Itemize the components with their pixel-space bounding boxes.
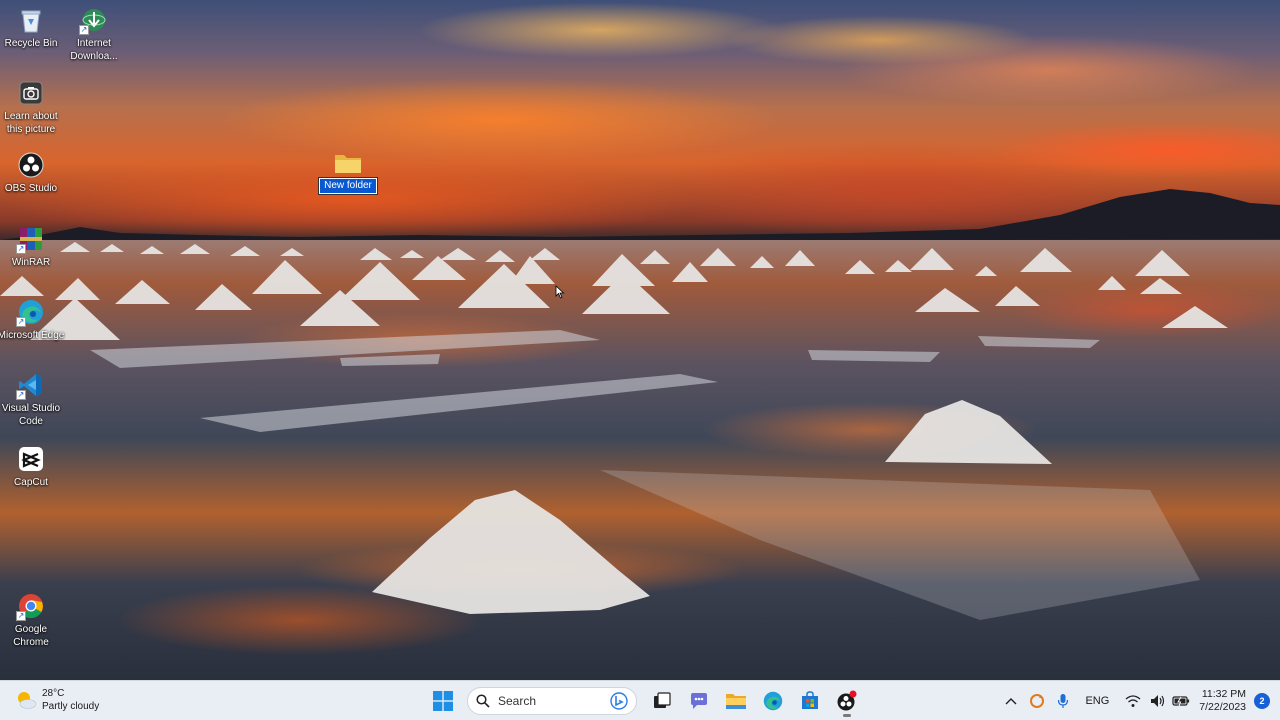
file-explorer-icon (725, 694, 746, 709)
file-explorer-button[interactable] (722, 687, 750, 715)
windows-start-icon (432, 691, 453, 711)
obs-taskbar-button[interactable] (833, 687, 861, 717)
learn-about-picture-label: Learn about this picture (4, 111, 58, 135)
desktop-icon-internet-download-manager[interactable]: ↗ Internet Downloa... (59, 6, 129, 63)
chevron-up-icon (1005, 698, 1017, 705)
clock-time: 11:32 PM (1201, 688, 1246, 700)
teams-chat-icon (690, 693, 707, 709)
recycle-bin-label: Recycle Bin (4, 38, 58, 49)
microphone-icon (1058, 694, 1069, 708)
capcut-label: CapCut (14, 477, 48, 488)
sync-icon (1030, 694, 1045, 708)
obs-studio-label: OBS Studio (4, 183, 58, 194)
taskbar-search[interactable]: Search (467, 687, 637, 715)
vscode-label: Visual Studio Code (1, 403, 61, 427)
language-indicator[interactable]: ENG (1085, 695, 1109, 707)
running-indicator (842, 714, 851, 717)
desktop-icon-recycle-bin[interactable]: Recycle Bin (0, 6, 66, 50)
battery-charging-icon (1172, 696, 1190, 707)
winrar-icon: ↗ (16, 225, 45, 254)
google-chrome-label: Google Chrome (13, 624, 49, 648)
desktop-icon-microsoft-edge[interactable]: ↗ Microsoft Edge (0, 298, 66, 342)
show-hidden-icons-button[interactable] (1005, 697, 1017, 705)
shortcut-arrow-icon: ↗ (79, 25, 89, 35)
taskbar: 28°C Partly cloudy Search ENG 11:32 PM 7… (0, 680, 1280, 720)
store-icon (801, 691, 818, 709)
task-view-button[interactable] (648, 687, 676, 715)
weather-widget[interactable]: 28°C Partly cloudy (14, 687, 99, 713)
microphone-tray-button[interactable] (1057, 693, 1069, 709)
desktop-icon-vscode[interactable]: ↗ Visual Studio Code (0, 371, 66, 428)
volume-tray-button[interactable] (1150, 694, 1166, 708)
desktop-wallpaper (0, 0, 1280, 680)
shortcut-arrow-icon: ↗ (16, 390, 26, 400)
volume-icon (1151, 695, 1165, 707)
bing-icon (610, 692, 628, 710)
sync-tray-button[interactable] (1029, 693, 1045, 709)
desktop-icon-learn-about-picture[interactable]: Learn about this picture (0, 79, 66, 136)
mouse-cursor-icon (555, 285, 565, 299)
edge-icon (763, 691, 782, 711)
shortcut-arrow-icon: ↗ (16, 611, 26, 621)
battery-tray-button[interactable] (1172, 695, 1190, 707)
desktop-icon-capcut[interactable]: CapCut (0, 445, 66, 489)
search-placeholder: Search (498, 694, 537, 708)
mountain-silhouette (0, 189, 1280, 245)
notification-badge[interactable]: 2 (1254, 693, 1270, 709)
desktop-icon-winrar[interactable]: ↗ WinRAR (0, 225, 66, 269)
folder-rename-field[interactable]: New folder (318, 177, 378, 195)
idm-label: Internet Downloa... (70, 38, 118, 62)
partly-cloudy-icon (14, 688, 38, 712)
desktop-icon-new-folder[interactable]: New folder (316, 152, 380, 195)
teams-chat-button[interactable] (685, 687, 713, 715)
wifi-tray-button[interactable] (1125, 694, 1141, 708)
folder-icon (335, 155, 361, 173)
capcut-icon (17, 445, 45, 473)
winrar-label: WinRAR (11, 257, 51, 268)
weather-condition: Partly cloudy (42, 701, 100, 712)
system-tray: ENG 11:32 PM 7/22/2023 2 (999, 681, 1270, 720)
shortcut-arrow-icon: ↗ (16, 317, 26, 327)
start-button[interactable] (429, 687, 457, 715)
search-icon (476, 694, 490, 708)
edge-taskbar-button[interactable] (759, 687, 787, 715)
wifi-icon (1125, 695, 1141, 707)
shortcut-arrow-icon: ↗ (16, 244, 26, 254)
task-view-icon (653, 692, 671, 708)
camera-icon (17, 79, 45, 107)
clock-date: 7/22/2023 (1199, 701, 1246, 713)
edge-icon: ↗ (16, 298, 45, 327)
obs-studio-icon (17, 151, 45, 179)
weather-temp: 28°C (42, 688, 65, 699)
taskbar-center: Search (424, 685, 865, 717)
salt-mounds (0, 242, 1228, 620)
store-button[interactable] (796, 687, 824, 715)
clock[interactable]: 11:32 PM 7/22/2023 (1199, 688, 1246, 714)
desktop-icon-obs-studio[interactable]: OBS Studio (0, 151, 66, 195)
idm-icon: ↗ (79, 6, 108, 35)
vscode-icon: ↗ (16, 371, 45, 400)
microsoft-edge-label: Microsoft Edge (0, 330, 65, 341)
chrome-icon: ↗ (16, 592, 45, 621)
recycle-bin-icon (17, 6, 45, 34)
obs-icon (837, 690, 856, 711)
desktop-icon-google-chrome[interactable]: ↗ Google Chrome (0, 592, 66, 649)
